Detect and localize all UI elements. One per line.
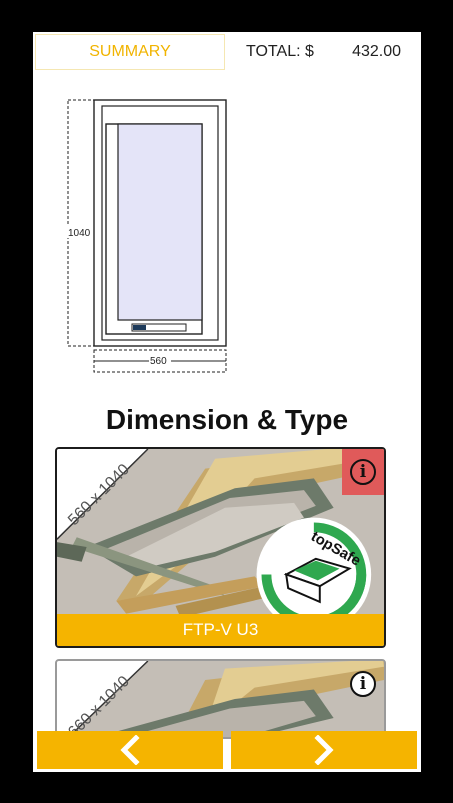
height-dimension-box — [67, 99, 95, 347]
window-handle — [133, 325, 146, 330]
configurator-screen: SUMMARY TOTAL: $ 432.00 1040 560 Dimensi… — [33, 32, 421, 772]
previous-button[interactable] — [37, 731, 223, 769]
window-drawing-svg: 1040 560 — [67, 99, 227, 373]
section-title: Dimension & Type — [105, 404, 349, 435]
chevron-left-icon — [120, 735, 140, 765]
product-card[interactable]: 660 x 1040 i — [55, 659, 386, 739]
total-label: TOTAL: $ — [246, 43, 314, 60]
info-icon: i — [350, 671, 376, 697]
total-value: 432.00 — [352, 43, 401, 60]
info-button[interactable]: i — [342, 449, 384, 495]
height-label: 1040 — [68, 228, 91, 239]
summary-tab[interactable]: SUMMARY — [35, 34, 225, 70]
chevron-right-icon — [314, 735, 334, 765]
info-button[interactable]: i — [342, 661, 384, 707]
width-label: 560 — [150, 356, 167, 367]
info-icon: i — [350, 459, 376, 485]
next-button[interactable] — [231, 731, 417, 769]
model-label: FTP-V U3 — [57, 614, 384, 646]
window-glass — [117, 123, 203, 321]
product-card[interactable]: topSafe 560 x 1040 i FTP-V U3 — [55, 447, 386, 648]
window-drawing: 1040 560 — [65, 98, 235, 378]
